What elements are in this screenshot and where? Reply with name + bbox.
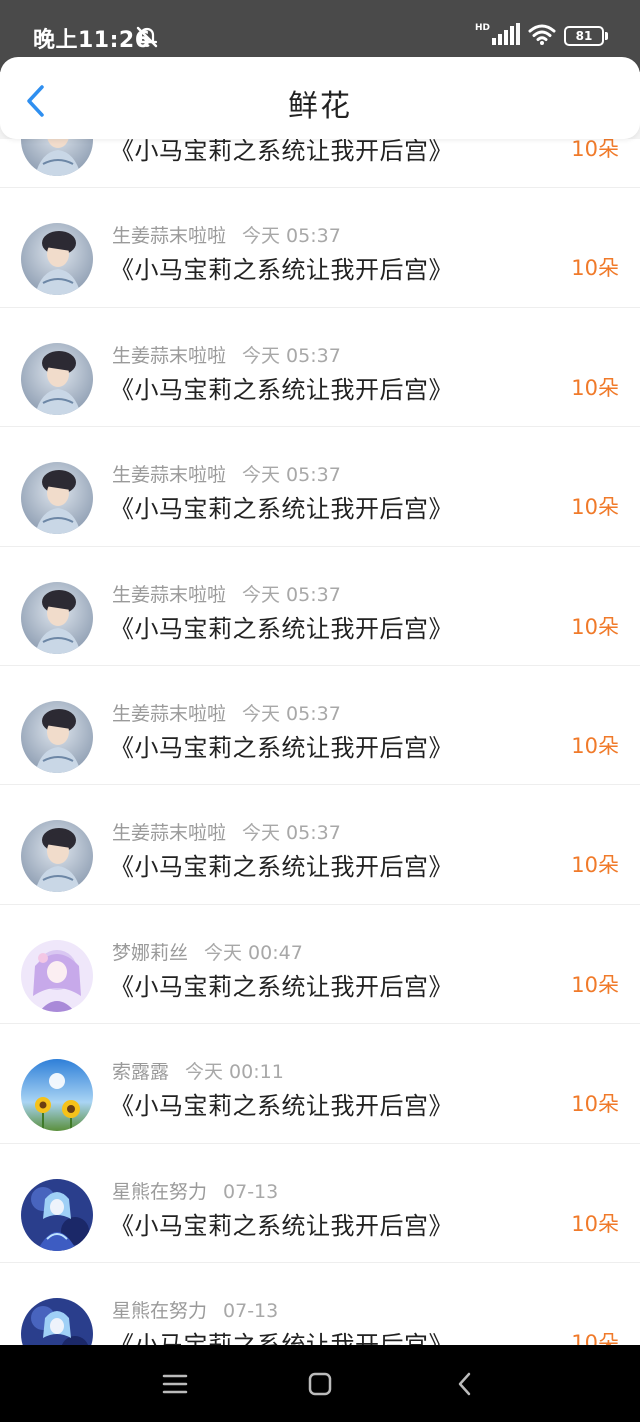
username[interactable]: 生姜蒜末啦啦 bbox=[112, 584, 226, 606]
timestamp: 今天 00:11 bbox=[185, 1061, 284, 1084]
username[interactable]: 生姜蒜末啦啦 bbox=[112, 225, 226, 247]
avatar[interactable] bbox=[21, 581, 93, 654]
book-title[interactable]: 《小马宝莉之系统让我开后宫》 bbox=[110, 728, 453, 763]
meta-line: 梦娜莉丝 今天 00:47 bbox=[112, 938, 303, 965]
username[interactable]: 生姜蒜末啦啦 bbox=[112, 345, 226, 367]
avatar[interactable] bbox=[21, 820, 93, 893]
nav-back-button[interactable] bbox=[450, 1369, 480, 1399]
timestamp: 今天 05:37 bbox=[242, 702, 341, 725]
menu-icon bbox=[162, 1374, 188, 1394]
flower-count: 10朵 bbox=[571, 1330, 619, 1345]
timestamp: 07-13 bbox=[223, 1180, 279, 1203]
flower-count: 10朵 bbox=[571, 853, 619, 878]
timestamp: 今天 00:47 bbox=[204, 941, 303, 964]
flower-count: 10朵 bbox=[571, 733, 619, 758]
username[interactable]: 生姜蒜末啦啦 bbox=[112, 464, 226, 486]
timestamp: 今天 05:37 bbox=[242, 583, 341, 606]
meta-line: 生姜蒜末啦啦 今天 05:37 bbox=[112, 818, 341, 845]
list-item[interactable]: 生姜蒜末啦啦 今天 05:37 《小马宝莉之系统让我开后宫》 10朵 bbox=[0, 427, 640, 547]
avatar[interactable] bbox=[21, 139, 93, 176]
username[interactable]: 生姜蒜末啦啦 bbox=[112, 703, 226, 725]
meta-line: 生姜蒜末啦啦 今天 05:37 bbox=[112, 699, 341, 726]
flower-count: 10朵 bbox=[571, 375, 619, 400]
list-item[interactable]: 梦娜莉丝 今天 00:47 《小马宝莉之系统让我开后宫》 10朵 bbox=[0, 904, 640, 1025]
list-item[interactable]: 生姜蒜末啦啦 今天 05:37 《小马宝莉之系统让我开后宫》 10朵 bbox=[0, 307, 640, 428]
meta-line: 生姜蒜末啦啦 今天 05:37 bbox=[112, 460, 341, 487]
timestamp: 今天 05:37 bbox=[242, 344, 341, 367]
avatar[interactable] bbox=[21, 223, 93, 296]
meta-line: 星熊在努力 07-13 bbox=[112, 1177, 278, 1204]
flower-count: 10朵 bbox=[571, 139, 619, 161]
page-header: 鲜花 bbox=[0, 57, 640, 139]
username[interactable]: 星熊在努力 bbox=[112, 1300, 207, 1322]
list-item[interactable]: 生姜蒜末啦啦 今天 05:37 《小马宝莉之系统让我开后宫》 10朵 bbox=[0, 665, 640, 786]
book-title[interactable]: 《小马宝莉之系统让我开后宫》 bbox=[110, 1086, 453, 1121]
home-icon bbox=[308, 1372, 332, 1396]
flower-count: 10朵 bbox=[571, 972, 619, 997]
list-item[interactable]: 星熊在努力 07-13 《小马宝莉之系统让我开后宫》 10朵 bbox=[0, 1143, 640, 1263]
meta-line: 生姜蒜末啦啦 今天 05:37 bbox=[112, 341, 341, 368]
list-item[interactable]: 索露露 今天 00:11 《小马宝莉之系统让我开后宫》 10朵 bbox=[0, 1024, 640, 1144]
system-nav-bar bbox=[0, 1345, 640, 1422]
username[interactable]: 生姜蒜末啦啦 bbox=[112, 822, 226, 844]
book-title[interactable]: 《小马宝莉之系统让我开后宫》 bbox=[110, 370, 453, 405]
flower-count: 10朵 bbox=[571, 256, 619, 281]
timestamp: 07-13 bbox=[223, 1299, 279, 1322]
book-title[interactable]: 《小马宝莉之系统让我开后宫》 bbox=[110, 139, 453, 166]
book-title[interactable]: 《小马宝莉之系统让我开后宫》 bbox=[110, 1206, 453, 1241]
wifi-icon bbox=[528, 23, 556, 49]
username[interactable]: 梦娜莉丝 bbox=[112, 942, 188, 964]
book-title[interactable]: 《小马宝莉之系统让我开后宫》 bbox=[110, 489, 453, 524]
book-title[interactable]: 《小马宝莉之系统让我开后宫》 bbox=[110, 609, 453, 644]
flower-count: 10朵 bbox=[571, 495, 619, 520]
avatar[interactable] bbox=[21, 1178, 93, 1251]
hd-label: HD bbox=[474, 23, 490, 33]
list-item[interactable]: 生姜蒜末啦啦 今天 05:37 《小马宝莉之系统让我开后宫》 10朵 bbox=[0, 785, 640, 905]
flower-count: 10朵 bbox=[571, 614, 619, 639]
menu-button[interactable] bbox=[160, 1369, 190, 1399]
list-item[interactable]: 生姜蒜末啦啦 今天 05:37 《小马宝莉之系统让我开后宫》 10朵 bbox=[0, 188, 640, 308]
avatar[interactable] bbox=[21, 700, 93, 773]
meta-line: 索露露 今天 00:11 bbox=[112, 1057, 284, 1084]
username[interactable]: 索露露 bbox=[112, 1061, 169, 1083]
timestamp: 今天 05:37 bbox=[242, 225, 341, 248]
meta-line: 生姜蒜末啦啦 今天 05:37 bbox=[112, 580, 341, 607]
book-title[interactable]: 《小马宝莉之系统让我开后宫》 bbox=[110, 1325, 453, 1345]
flower-list-items: 《小马宝莉之系统让我开后宫》 10朵 生姜蒜末啦啦 今天 05:37 《小马宝莉之… bbox=[0, 139, 640, 1345]
avatar[interactable] bbox=[21, 939, 93, 1012]
book-title[interactable]: 《小马宝莉之系统让我开后宫》 bbox=[110, 847, 453, 882]
meta-line: 生姜蒜末啦啦 今天 05:37 bbox=[112, 221, 341, 248]
home-button[interactable] bbox=[305, 1369, 335, 1399]
battery-level: 81 bbox=[575, 29, 593, 43]
timestamp: 今天 05:37 bbox=[242, 464, 341, 487]
flower-count: 10朵 bbox=[571, 1211, 619, 1236]
battery-icon: 81 bbox=[564, 26, 608, 46]
username[interactable]: 星熊在努力 bbox=[112, 1181, 207, 1203]
avatar[interactable] bbox=[21, 342, 93, 415]
book-title[interactable]: 《小马宝莉之系统让我开后宫》 bbox=[110, 967, 453, 1002]
page-title: 鲜花 bbox=[288, 89, 352, 124]
signal-icon bbox=[492, 23, 520, 49]
flower-count: 10朵 bbox=[571, 1092, 619, 1117]
list-item[interactable]: 星熊在努力 07-13 《小马宝莉之系统让我开后宫》 10朵 bbox=[0, 1262, 640, 1345]
list-item[interactable]: 生姜蒜末啦啦 今天 05:37 《小马宝莉之系统让我开后宫》 10朵 bbox=[0, 546, 640, 666]
meta-line: 星熊在努力 07-13 bbox=[112, 1296, 278, 1323]
avatar[interactable] bbox=[21, 1297, 93, 1345]
back-icon bbox=[458, 1372, 471, 1396]
status-icons: HD 81 bbox=[474, 22, 608, 50]
timestamp: 今天 05:37 bbox=[242, 822, 341, 845]
mute-icon bbox=[134, 24, 160, 50]
list-item[interactable]: 《小马宝莉之系统让我开后宫》 10朵 bbox=[0, 139, 640, 189]
avatar[interactable] bbox=[21, 462, 93, 535]
status-time: 晚上11:26 bbox=[33, 28, 151, 53]
avatar[interactable] bbox=[21, 1059, 93, 1132]
book-title[interactable]: 《小马宝莉之系统让我开后宫》 bbox=[110, 250, 453, 285]
flower-list[interactable]: 《小马宝莉之系统让我开后宫》 10朵 生姜蒜末啦啦 今天 05:37 《小马宝莉之… bbox=[0, 139, 640, 1345]
